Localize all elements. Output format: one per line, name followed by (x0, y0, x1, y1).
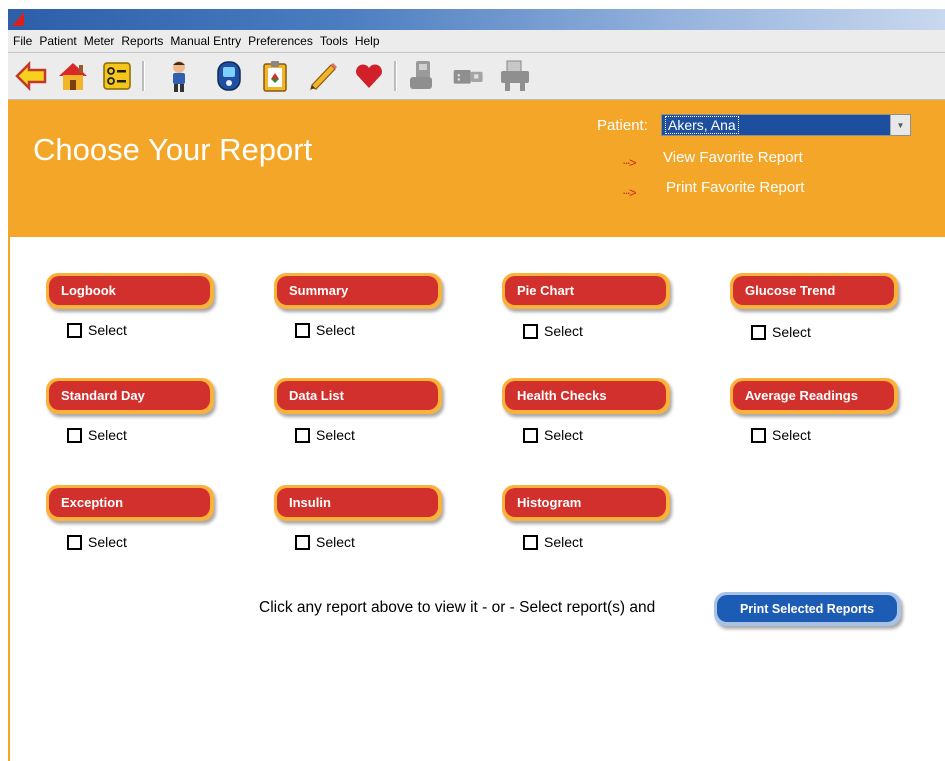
toolbar-separator (142, 61, 145, 91)
select-summary[interactable]: Select (295, 322, 355, 338)
select-logbook[interactable]: Select (67, 322, 127, 338)
select-checkbox[interactable] (67, 534, 82, 550)
menu-patient[interactable]: Patient (39, 34, 76, 48)
device-icon (406, 59, 440, 93)
select-checkbox[interactable] (295, 322, 310, 338)
back-arrow-icon[interactable] (14, 59, 48, 93)
menu-reports[interactable]: Reports (121, 34, 163, 48)
connector-icon (452, 59, 486, 93)
app-icon (12, 12, 24, 26)
title-bar (8, 9, 945, 30)
report-button-label: Insulin (277, 488, 438, 517)
heart-icon[interactable] (352, 59, 386, 93)
report-button-label: Data List (277, 381, 438, 410)
report-button-label: Pie Chart (505, 276, 666, 305)
patient-select[interactable]: Akers, Ana ▼ (661, 114, 911, 136)
select-checkbox[interactable] (751, 324, 766, 340)
report-header-banner: Choose Your Report Patient: Akers, Ana ▼… (8, 100, 945, 237)
report-button-logbook[interactable]: Logbook (46, 273, 214, 309)
select-histogram[interactable]: Select (523, 534, 583, 550)
report-button-standard-day[interactable]: Standard Day (46, 378, 214, 414)
select-glucose-trend[interactable]: Select (751, 324, 811, 340)
select-insulin[interactable]: Select (295, 534, 355, 550)
menu-manual-entry[interactable]: Manual Entry (170, 34, 241, 48)
dropdown-arrow-icon[interactable]: ▼ (890, 115, 910, 135)
instruction-text: Click any report above to view it - or -… (259, 599, 656, 616)
select-checkbox[interactable] (67, 322, 82, 338)
report-button-pie-chart[interactable]: Pie Chart (502, 273, 670, 309)
select-checkbox[interactable] (523, 427, 538, 443)
report-button-glucose-trend[interactable]: Glucose Trend (730, 273, 898, 309)
select-label: Select (544, 427, 583, 443)
report-button-data-list[interactable]: Data List (274, 378, 442, 414)
menu-meter[interactable]: Meter (84, 34, 115, 48)
menu-preferences[interactable]: Preferences (248, 34, 313, 48)
report-button-label: Histogram (505, 488, 666, 517)
select-average-readings[interactable]: Select (751, 427, 811, 443)
view-favorite-report-link[interactable]: View Favorite Report (663, 149, 803, 166)
menu-file[interactable]: File (13, 34, 32, 48)
left-border (8, 237, 10, 761)
toolbar (8, 53, 945, 100)
select-checkbox[interactable] (523, 534, 538, 550)
printer-icon (498, 59, 532, 93)
select-label: Select (772, 324, 811, 340)
pencil-icon[interactable] (306, 59, 340, 93)
menu-bar: File Patient Meter Reports Manual Entry … (8, 30, 945, 53)
report-button-exception[interactable]: Exception (46, 485, 214, 521)
report-button-label: Health Checks (505, 381, 666, 410)
select-checkbox[interactable] (523, 323, 538, 339)
select-label: Select (88, 534, 127, 550)
select-pie-chart[interactable]: Select (523, 323, 583, 339)
select-checkbox[interactable] (295, 534, 310, 550)
report-button-label: Summary (277, 276, 438, 305)
select-checkbox[interactable] (295, 427, 310, 443)
patient-label: Patient: (597, 117, 648, 134)
select-data-list[interactable]: Select (295, 427, 355, 443)
report-button-insulin[interactable]: Insulin (274, 485, 442, 521)
select-label: Select (88, 322, 127, 338)
select-label: Select (772, 427, 811, 443)
select-label: Select (88, 427, 127, 443)
select-label: Select (316, 322, 355, 338)
patient-icon[interactable] (162, 59, 196, 93)
dotted-arrow-icon: ···> (622, 155, 637, 170)
report-button-summary[interactable]: Summary (274, 273, 442, 309)
clipboard-icon[interactable] (258, 59, 292, 93)
dotted-arrow-icon: ···> (622, 185, 637, 200)
select-exception[interactable]: Select (67, 534, 127, 550)
report-button-label: Glucose Trend (733, 276, 894, 305)
report-button-histogram[interactable]: Histogram (502, 485, 670, 521)
report-button-average-readings[interactable]: Average Readings (730, 378, 898, 414)
select-checkbox[interactable] (67, 427, 82, 443)
report-button-label: Standard Day (49, 381, 210, 410)
report-button-label: Logbook (49, 276, 210, 305)
select-label: Select (316, 534, 355, 550)
report-button-label: Average Readings (733, 381, 894, 410)
select-label: Select (316, 427, 355, 443)
report-button-health-checks[interactable]: Health Checks (502, 378, 670, 414)
print-selected-reports-label: Print Selected Reports (717, 595, 897, 622)
select-health-checks[interactable]: Select (523, 427, 583, 443)
page-title: Choose Your Report (33, 132, 313, 167)
print-favorite-report-link[interactable]: Print Favorite Report (666, 179, 804, 196)
select-standard-day[interactable]: Select (67, 427, 127, 443)
toolbar-separator (394, 61, 397, 91)
menu-help[interactable]: Help (355, 34, 380, 48)
select-checkbox[interactable] (751, 427, 766, 443)
report-button-label: Exception (49, 488, 210, 517)
select-label: Select (544, 323, 583, 339)
meter-icon[interactable] (212, 59, 246, 93)
menu-tools[interactable]: Tools (320, 34, 348, 48)
home-icon[interactable] (56, 59, 90, 93)
print-selected-reports-button[interactable]: Print Selected Reports (714, 592, 901, 626)
patient-list-icon[interactable] (100, 59, 134, 93)
patient-select-value: Akers, Ana (665, 116, 739, 134)
select-label: Select (544, 534, 583, 550)
